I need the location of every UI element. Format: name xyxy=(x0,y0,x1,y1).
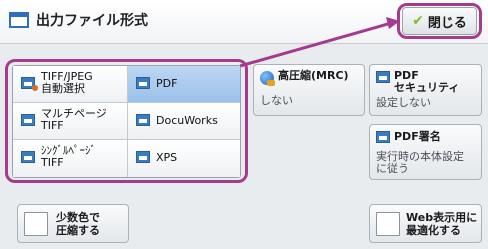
web-optimize-toggle[interactable]: Web表示用に 最適化する xyxy=(369,204,482,243)
signature-icon xyxy=(376,131,390,143)
image-file-icon xyxy=(21,77,38,91)
format-options-group: TIFF/JPEG 自動選択 PDF マルチページ TIFF DocuWorks… xyxy=(12,65,241,178)
tiff-file-icon xyxy=(21,114,35,126)
option-single-page-tiff[interactable]: ｼﾝｸﾞﾙﾍﾟｰｼﾞ TIFF xyxy=(13,140,127,177)
reduce-colors-toggle[interactable]: 少数色で 圧縮する xyxy=(17,204,129,243)
docuworks-file-icon xyxy=(136,114,150,126)
option-multi-page-tiff[interactable]: マルチページ TIFF xyxy=(13,103,127,140)
web-optimize-checkbox[interactable] xyxy=(376,212,400,236)
option-label: XPS xyxy=(156,151,178,164)
page-title: 出力ファイル形式 xyxy=(36,13,148,29)
compression-icon xyxy=(260,71,275,86)
checkmark-icon: ✔ xyxy=(412,13,424,29)
compression-title: 高圧縮(MRC) xyxy=(278,69,349,82)
close-button[interactable]: ✔ 閉じる xyxy=(402,7,477,35)
option-label: ｼﾝｸﾞﾙﾍﾟｰｼﾞ TIFF xyxy=(41,144,96,169)
compression-value: しない xyxy=(260,94,293,107)
option-label: DocuWorks xyxy=(156,114,218,127)
security-icon xyxy=(376,71,390,83)
pdf-signature-title: PDF署名 xyxy=(394,130,441,143)
document-icon xyxy=(9,12,29,28)
pdf-security-value: 設定しない xyxy=(376,96,431,109)
reduce-colors-checkbox[interactable] xyxy=(24,212,48,236)
pdf-security-title: PDF セキュリティ xyxy=(394,69,460,94)
xps-file-icon xyxy=(136,151,150,163)
option-label: TIFF/JPEG 自動選択 xyxy=(41,70,93,95)
pdf-signature-value: 実行時の本体設定 に従う xyxy=(376,150,464,175)
pdf-file-icon xyxy=(136,77,150,89)
option-label: PDF xyxy=(156,77,178,90)
reduce-colors-label: 少数色で 圧縮する xyxy=(56,211,100,237)
tiff-file-icon xyxy=(21,151,35,163)
close-button-label: 閉じる xyxy=(427,15,467,31)
pdf-security-button[interactable]: PDF セキュリティ 設定しない xyxy=(369,64,482,116)
option-docuworks[interactable]: DocuWorks xyxy=(127,103,240,140)
web-optimize-label: Web表示用に 最適化する xyxy=(406,211,478,237)
option-label: マルチページ TIFF xyxy=(41,107,107,132)
option-pdf[interactable]: PDF xyxy=(127,66,240,103)
compression-button[interactable]: 高圧縮(MRC) しない xyxy=(253,64,365,116)
option-tiff-jpeg-auto[interactable]: TIFF/JPEG 自動選択 xyxy=(13,66,127,103)
pdf-signature-button[interactable]: PDF署名 実行時の本体設定 に従う xyxy=(369,124,482,180)
option-xps[interactable]: XPS xyxy=(127,140,240,177)
